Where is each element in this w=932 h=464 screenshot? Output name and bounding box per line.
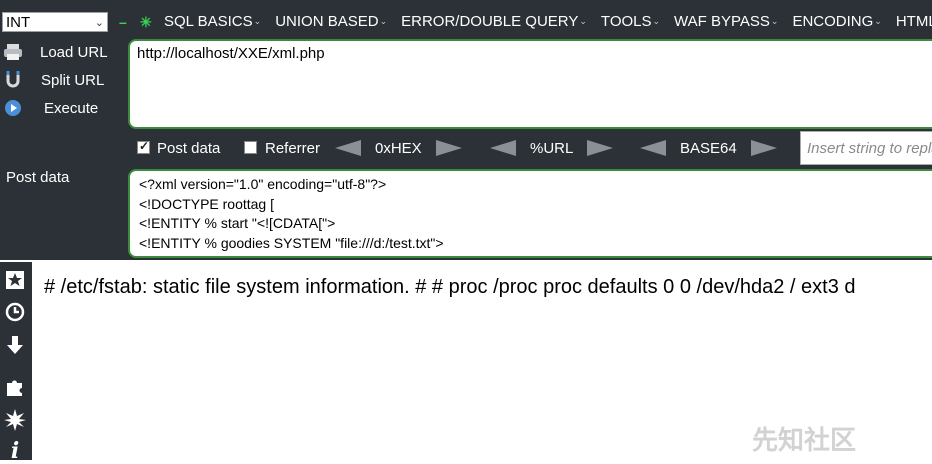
url-encode-button[interactable]: %URL — [490, 138, 614, 158]
printer-icon — [0, 43, 26, 61]
chevron-down-icon: ⌄ — [652, 16, 661, 26]
menu-label: SQL BASICS — [164, 13, 253, 30]
bookmark-star-icon[interactable] — [4, 269, 26, 291]
injection-type-select[interactable]: INT ⌄ — [2, 12, 108, 32]
chevron-down-icon: ⌄ — [379, 16, 388, 26]
menu-waf-bypass[interactable]: WAF BYPASS ⌄ — [674, 13, 778, 30]
arrow-left-icon — [335, 140, 361, 156]
url-encode-label: %URL — [530, 139, 574, 157]
asterisk-icon[interactable]: ✳ — [140, 14, 152, 30]
arrow-right-icon — [750, 140, 777, 156]
type-select-value: INT — [6, 14, 31, 31]
load-url-button[interactable]: Load URL — [0, 41, 108, 63]
post-data-line: <!ENTITY % start "<![CDATA["> — [139, 215, 336, 231]
menu-items: SQL BASICS ⌄ UNION BASED ⌄ ERROR/DOUBLE QU… — [164, 13, 932, 30]
url-value: http://localhost/XXE/xml.php — [137, 45, 325, 62]
menu-bar: INT ⌄ – ✳ SQL BASICS ⌄ UNION BASED ⌄ ERROR… — [0, 0, 932, 40]
menu-label: TOOLS — [600, 13, 652, 30]
menu-sql-basics[interactable]: SQL BASICS ⌄ — [164, 13, 261, 30]
puzzle-icon[interactable] — [4, 376, 26, 398]
insert-string-placeholder: Insert string to replace — [807, 140, 932, 157]
arrow-left-icon — [640, 140, 666, 156]
base64-encode-button[interactable]: BASE64 — [640, 138, 777, 158]
arrow-left-icon — [490, 140, 516, 156]
info-icon[interactable]: i — [4, 440, 26, 462]
chevron-down-icon: ⌄ — [253, 16, 262, 26]
arrow-right-icon — [587, 140, 614, 156]
referrer-checkbox[interactable] — [244, 141, 257, 154]
post-data-line: <?xml version="1.0" encoding="utf-8"?> — [139, 176, 387, 192]
arrow-right-icon — [435, 140, 462, 156]
sidebar: i — [0, 262, 32, 462]
insert-string-input[interactable]: Insert string to replace — [800, 131, 932, 165]
chevron-down-icon: ⌄ — [94, 17, 104, 29]
download-arrow-icon[interactable] — [4, 334, 26, 356]
base64-label: BASE64 — [680, 139, 737, 157]
post-data-line: <!DOCTYPE roottag [ — [139, 195, 274, 212]
watermark-text: 先知社区 — [752, 425, 857, 455]
post-data-checkbox-label: Post data — [157, 140, 221, 157]
gear-burst-icon[interactable] — [4, 409, 26, 431]
split-url-button[interactable]: Split URL — [0, 69, 104, 91]
menu-error-double-query[interactable]: ERROR/DOUBLE QUERY ⌄ — [401, 13, 587, 30]
menu-html[interactable]: HTML⌄ — [896, 13, 932, 30]
play-circle-icon — [0, 99, 26, 117]
magnet-icon — [0, 71, 26, 89]
menu-tools[interactable]: TOOLS ⌄ — [601, 13, 660, 30]
menu-label: HTML — [895, 13, 932, 30]
load-url-label: Load URL — [40, 43, 108, 61]
execute-button[interactable]: Execute — [0, 97, 98, 119]
minus-icon[interactable]: – — [119, 14, 127, 30]
menu-union-based[interactable]: UNION BASED ⌄ — [275, 13, 387, 30]
referrer-checkbox-label: Referrer — [265, 140, 321, 157]
chevron-down-icon: ⌄ — [770, 16, 779, 26]
hex-encode-button[interactable]: 0xHEX — [335, 138, 462, 158]
response-content: # /etc/fstab: static file system informa… — [44, 276, 856, 298]
post-data-label: Post data — [6, 169, 70, 186]
menu-label: UNION BASED — [275, 13, 379, 30]
url-field[interactable]: http://localhost/XXE/xml.php — [128, 39, 932, 129]
hackbar-panel: INT ⌄ – ✳ SQL BASICS ⌄ UNION BASED ⌄ ERROR… — [0, 0, 932, 260]
history-clock-icon[interactable] — [4, 301, 26, 323]
hex-label: 0xHEX — [375, 139, 422, 157]
post-data-checkbox[interactable]: ✓ — [137, 139, 150, 154]
menu-encoding[interactable]: ENCODING ⌄ — [792, 13, 881, 30]
post-data-field[interactable]: <?xml version="1.0" encoding="utf-8"?> <… — [128, 169, 932, 258]
chevron-down-icon: ⌄ — [579, 16, 587, 26]
menu-label: ERROR/DOUBLE QUERY — [401, 13, 579, 30]
post-data-line: <!ENTITY % goodies SYSTEM "file:///d:/te… — [139, 234, 444, 251]
execute-label: Execute — [44, 99, 99, 117]
menu-label: ENCODING — [792, 13, 874, 30]
split-url-label: Split URL — [41, 71, 105, 89]
menu-label: WAF BYPASS — [674, 13, 770, 30]
checkmark-icon: ✓ — [139, 139, 150, 153]
chevron-down-icon: ⌄ — [874, 16, 882, 26]
watermark-logo: 先知社区 — [752, 420, 856, 457]
